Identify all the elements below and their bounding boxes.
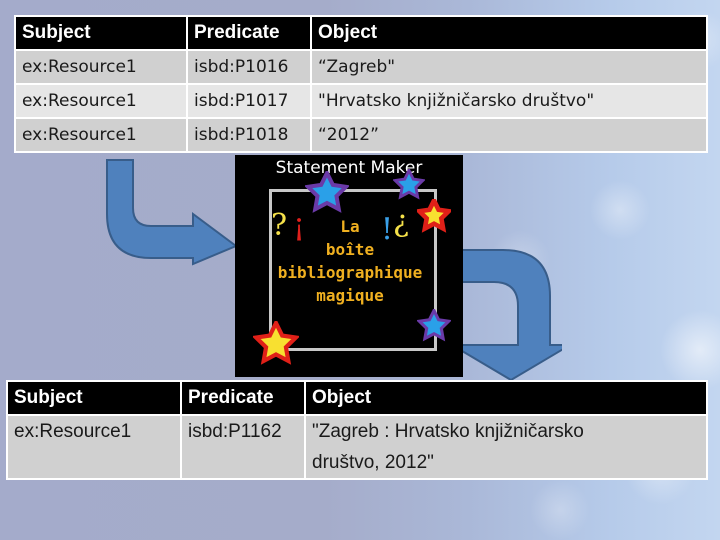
- header-subject: Subject: [6, 380, 182, 416]
- table-row: ex:Resource1 isbd:P1017 "Hrvatsko knjižn…: [14, 83, 708, 119]
- output-triple-table: Subject Predicate Object ex:Resource1 is…: [6, 380, 708, 480]
- table-row: ex:Resource1 isbd:P1162 "Zagreb : Hrvats…: [6, 414, 708, 480]
- cell-predicate: isbd:P1018: [186, 117, 312, 153]
- bent-arrow-down-icon: [462, 249, 562, 382]
- input-triples-table: Subject Predicate Object ex:Resource1 is…: [14, 15, 708, 153]
- star-icon: [253, 321, 299, 365]
- bent-arrow-right-icon: [106, 159, 239, 266]
- cell-subject: ex:Resource1: [14, 117, 188, 153]
- cell-object: “2012”: [310, 117, 708, 153]
- table-row: ex:Resource1 isbd:P1018 “2012”: [14, 117, 708, 153]
- header-subject: Subject: [14, 15, 188, 51]
- cell-predicate: isbd:P1162: [180, 414, 306, 480]
- cell-object: "Zagreb : Hrvatsko knjižničarsko društvo…: [304, 414, 708, 480]
- cell-subject: ex:Resource1: [14, 49, 188, 85]
- cell-subject: ex:Resource1: [6, 414, 182, 480]
- cell-predicate: isbd:P1016: [186, 49, 312, 85]
- cell-object: “Zagreb": [310, 49, 708, 85]
- header-predicate: Predicate: [180, 380, 306, 416]
- caption-line: bibliographique: [277, 263, 423, 282]
- header-predicate: Predicate: [186, 15, 312, 51]
- caption-line: boîte: [325, 240, 375, 259]
- star-icon: [417, 309, 451, 342]
- table-header-row: Subject Predicate Object: [6, 380, 708, 416]
- table-header-row: Subject Predicate Object: [14, 15, 708, 51]
- header-object: Object: [310, 15, 708, 51]
- star-icon: [305, 171, 349, 213]
- statement-maker-box: Statement Maker ? ¡ ! ¿ La boîte bibliog…: [235, 155, 463, 377]
- caption-line: magique: [316, 286, 384, 305]
- header-object: Object: [304, 380, 708, 416]
- statement-maker-title: Statement Maker: [275, 158, 423, 178]
- star-icon: [417, 199, 451, 233]
- cell-object: "Hrvatsko knjižničarsko društvo": [310, 83, 708, 119]
- table-row: ex:Resource1 isbd:P1016 “Zagreb": [14, 49, 708, 85]
- star-icon: [393, 169, 425, 200]
- cell-predicate: isbd:P1017: [186, 83, 312, 119]
- cell-subject: ex:Resource1: [14, 83, 188, 119]
